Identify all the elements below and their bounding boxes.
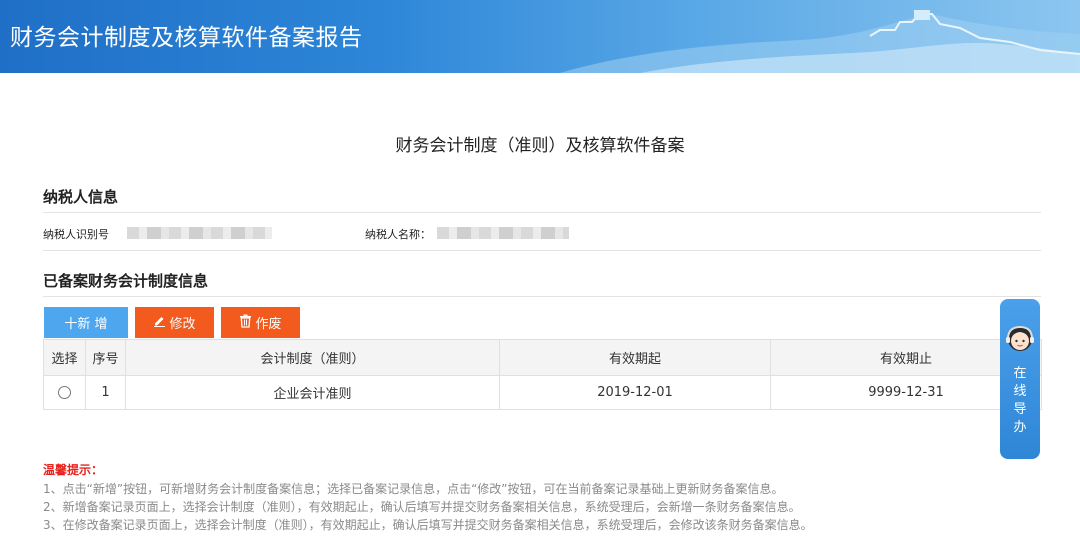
online-help-char: 在 [1013, 366, 1027, 381]
row-select-cell[interactable] [43, 375, 86, 410]
taxpayer-section-title: 纳税人信息 [43, 188, 119, 206]
pencil-icon [153, 314, 166, 331]
add-button-label: 十新 增 [64, 317, 108, 332]
online-help-char: 线 [1013, 384, 1027, 399]
app-title: 财务会计制度及核算软件备案报告 [10, 25, 363, 51]
online-help-char: 办 [1013, 420, 1027, 435]
online-help-widget[interactable]: 在 线 导 办 [1000, 299, 1040, 459]
taxpayer-name-label: 纳税人名称： [365, 228, 431, 241]
records-section-divider [43, 296, 1041, 297]
table-header-row: 选择 序号 会计制度（准则） 有效期起 有效期止 [43, 339, 1042, 376]
info-divider [43, 250, 1041, 251]
void-button-label: 作废 [255, 317, 282, 332]
online-help-label: 在 线 导 办 [1000, 365, 1040, 437]
tip-line-2: 2、新增备案记录页面上，选择会计制度（准则），有效期起止，确认后填写并提交财务备… [43, 500, 801, 514]
trash-icon [239, 314, 252, 332]
row-select-radio[interactable] [58, 386, 71, 399]
void-button[interactable]: 作废 [221, 307, 300, 338]
online-help-char: 导 [1013, 402, 1027, 417]
table-row[interactable]: 1 企业会计准则 2019-12-01 9999-12-31 [43, 375, 1042, 410]
taxpayer-section-divider [43, 212, 1041, 213]
add-button[interactable]: 十新 增 [44, 307, 128, 338]
page-title: 财务会计制度（准则）及核算软件备案 [395, 136, 685, 156]
edit-button[interactable]: 修改 [135, 307, 214, 338]
column-header-select: 选择 [43, 339, 86, 376]
edit-button-label: 修改 [169, 317, 196, 332]
customer-service-icon [1004, 315, 1036, 359]
taxpayer-id-value-masked [127, 227, 272, 239]
app-header: 财务会计制度及核算软件备案报告 [0, 0, 1080, 73]
row-index: 1 [85, 375, 126, 410]
records-section-title: 已备案财务会计制度信息 [43, 272, 209, 290]
tip-line-1: 1、点击“新增”按钮，可新增财务会计制度备案信息；选择已备案记录信息，点击“修改… [43, 482, 784, 496]
column-header-start-date: 有效期起 [499, 339, 771, 376]
row-standard: 企业会计准则 [125, 375, 500, 410]
column-header-standard: 会计制度（准则） [125, 339, 500, 376]
taxpayer-name-value-masked [437, 227, 569, 239]
column-header-index: 序号 [85, 339, 126, 376]
tip-line-3: 3、在修改备案记录页面上，选择会计制度（准则），有效期起止，确认后填写并提交财务… [43, 518, 813, 532]
taxpayer-id-label: 纳税人识别号 [43, 228, 109, 241]
row-start-date: 2019-12-01 [499, 375, 771, 410]
records-table: 选择 序号 会计制度（准则） 有效期起 有效期止 1 企业会计准则 2019-1… [43, 339, 1042, 410]
tips-title: 温馨提示： [43, 463, 104, 477]
